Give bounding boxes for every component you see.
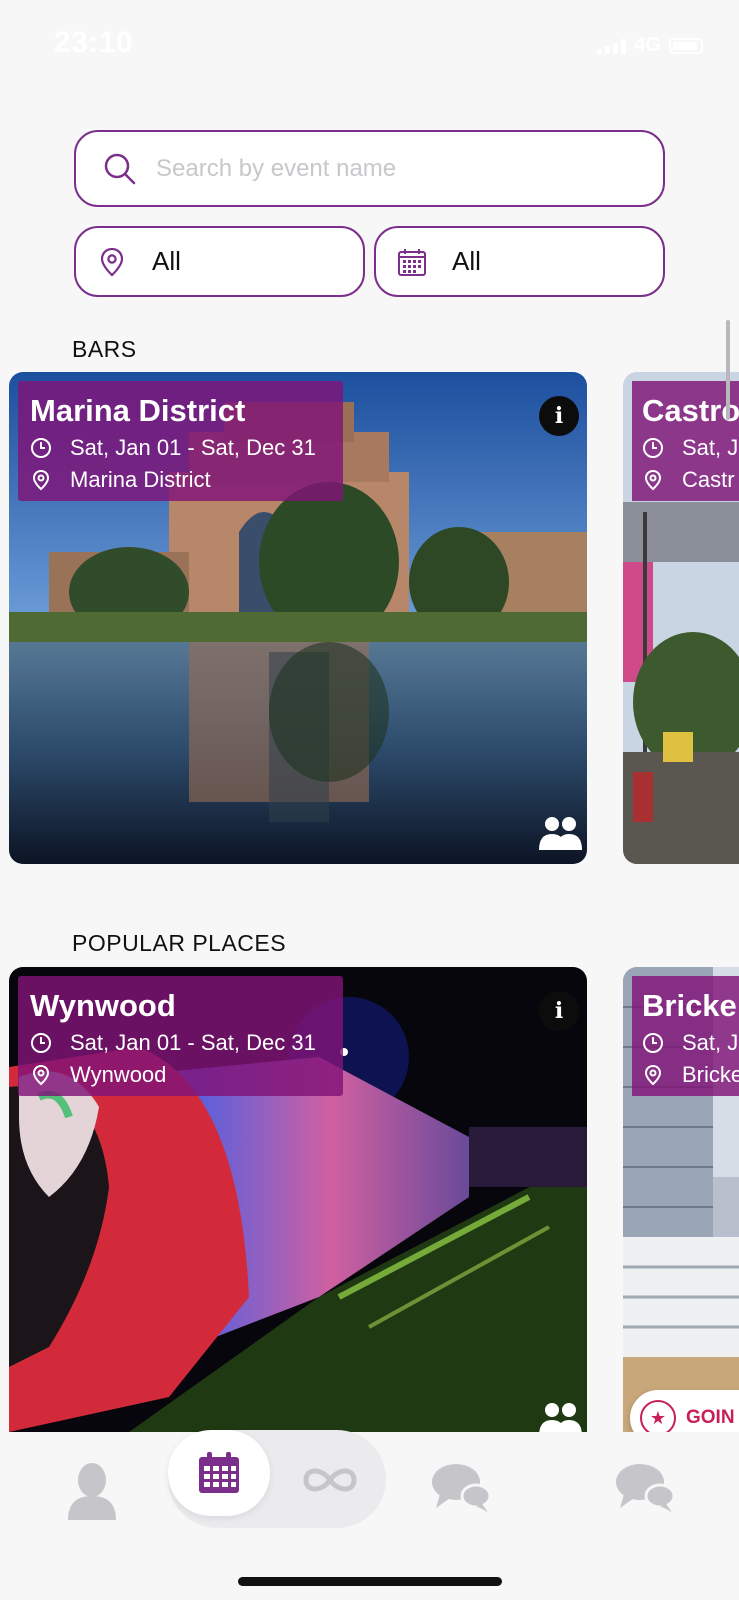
card-dates-row: Sat, J: [642, 435, 739, 461]
tab-profile[interactable]: [62, 1460, 122, 1522]
tab-connect[interactable]: [290, 1450, 370, 1510]
card-title: Castro: [642, 393, 739, 428]
map-pin-icon: [644, 469, 662, 491]
section-title-popular-places: POPULAR PLACES: [72, 930, 287, 956]
card-overlay: Marina District Sat, Jan 01 - Sat, Dec 3…: [18, 381, 343, 501]
person-icon: [68, 1463, 116, 1520]
info-button[interactable]: i: [539, 396, 579, 436]
card-location-row: Wynwood: [30, 1062, 331, 1088]
group-icon[interactable]: [537, 814, 583, 852]
tab-events[interactable]: [168, 1430, 270, 1516]
card-location-row: Marina District: [30, 467, 331, 493]
date-filter-value: All: [452, 246, 481, 276]
star-icon: ★: [640, 1400, 676, 1436]
card-location-row: Castr: [642, 467, 739, 493]
network-label: 4G: [634, 34, 661, 56]
event-card-brickell[interactable]: Bricke Sat, J Bricke: [623, 967, 739, 1432]
date-filter[interactable]: All: [374, 226, 665, 297]
card-dates: Sat, J: [682, 435, 739, 460]
card-location: Bricke: [682, 1062, 739, 1087]
card-dates: Sat, J: [682, 1030, 739, 1055]
clock-icon: [31, 438, 51, 458]
card-location: Marina District: [70, 467, 211, 492]
card-title: Marina District: [30, 393, 246, 428]
card-dates-row: Sat, J: [642, 1030, 739, 1056]
clock-icon: [643, 438, 663, 458]
chat-bubbles-icon: [616, 1464, 676, 1512]
status-bar: 23:10 4G: [0, 0, 739, 88]
home-indicator[interactable]: [238, 1577, 502, 1586]
location-filter-value: All: [152, 246, 181, 276]
card-overlay: Bricke Sat, J Bricke: [632, 976, 739, 1096]
status-time: 23:10: [54, 26, 134, 59]
event-card-castro[interactable]: Castro Sat, J Castr: [623, 372, 739, 864]
signal-icon: [597, 38, 627, 54]
map-pin-icon: [32, 469, 50, 491]
search-icon: [104, 153, 136, 184]
clock-icon: [31, 1033, 51, 1053]
card-location: Castr: [682, 467, 735, 492]
card-location: Wynwood: [70, 1062, 167, 1087]
calendar-icon: [199, 1452, 239, 1493]
scrollbar[interactable]: [726, 320, 730, 420]
chat-bubbles-icon: [432, 1464, 492, 1512]
card-overlay: Castro Sat, J Castr: [632, 381, 739, 501]
clock-icon: [643, 1033, 663, 1053]
card-dates-row: Sat, Jan 01 - Sat, Dec 31: [30, 1030, 331, 1056]
card-title: Wynwood: [30, 988, 176, 1023]
search-input[interactable]: [156, 154, 616, 183]
section-title-bars: BARS: [72, 336, 137, 362]
card-overlay: Wynwood Sat, Jan 01 - Sat, Dec 31 Wynwoo…: [18, 976, 343, 1096]
map-pin-icon: [644, 1064, 662, 1086]
event-card-marina-district[interactable]: Marina District Sat, Jan 01 - Sat, Dec 3…: [9, 372, 587, 864]
battery-icon: [669, 37, 703, 54]
search-box[interactable]: [74, 130, 665, 207]
info-button[interactable]: i: [539, 991, 579, 1031]
card-dates: Sat, Jan 01 - Sat, Dec 31: [70, 435, 316, 460]
card-dates-row: Sat, Jan 01 - Sat, Dec 31: [30, 435, 331, 461]
card-title: Bricke: [642, 988, 737, 1023]
map-pin-icon: [100, 247, 124, 276]
tab-chat[interactable]: [428, 1458, 494, 1518]
bottom-tab-bar: [0, 1430, 739, 1600]
infinity-logo-icon: [303, 1468, 357, 1492]
card-dates: Sat, Jan 01 - Sat, Dec 31: [70, 1030, 316, 1055]
tab-messages[interactable]: [612, 1458, 678, 1518]
status-indicators: 4G: [597, 34, 703, 57]
calendar-icon: [398, 248, 426, 276]
location-filter[interactable]: All: [74, 226, 365, 297]
card-location-row: Bricke: [642, 1062, 739, 1088]
event-card-wynwood[interactable]: Wynwood Sat, Jan 01 - Sat, Dec 31 Wynwoo…: [9, 967, 587, 1432]
group-icon[interactable]: [537, 1400, 583, 1432]
map-pin-icon: [32, 1064, 50, 1086]
going-label: GOIN: [686, 1407, 735, 1428]
